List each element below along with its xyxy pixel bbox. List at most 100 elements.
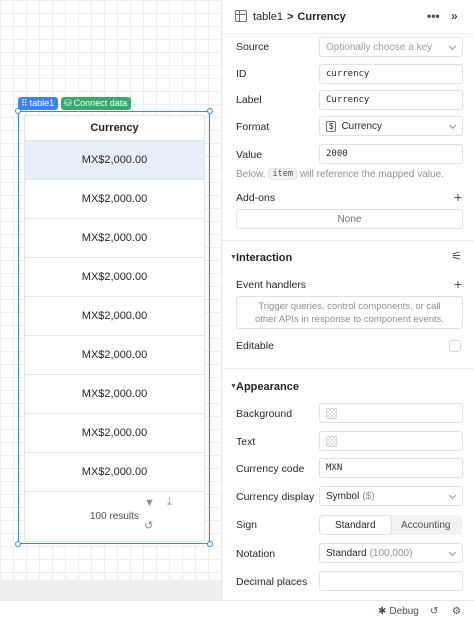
table-row[interactable]: MX$2,000.00 bbox=[25, 141, 204, 180]
format-select[interactable]: $ Currency bbox=[319, 116, 463, 136]
label-row: Label Currency bbox=[222, 89, 474, 111]
collapse-panel-icon[interactable]: » bbox=[451, 9, 458, 23]
table-row[interactable]: MX$2,000.00 bbox=[25, 414, 204, 453]
notation-label: Notation bbox=[236, 548, 276, 560]
table-row[interactable]: MX$2,000.00 bbox=[25, 258, 204, 297]
refresh-icon[interactable]: ↺ bbox=[144, 519, 153, 532]
addons-none[interactable]: None bbox=[236, 209, 463, 229]
format-row: Format $ Currency bbox=[222, 116, 474, 138]
chevron-down-icon bbox=[448, 548, 457, 557]
breadcrumb-separator: > bbox=[286, 11, 294, 23]
drag-handle-icon: ⠿ bbox=[21, 98, 28, 108]
debug-button[interactable]: ✱ Debug bbox=[378, 606, 419, 617]
component-chips: ⠿ table1 ⛁ Connect data bbox=[18, 97, 132, 110]
format-label: Format bbox=[236, 121, 270, 133]
item-code-chip: item bbox=[268, 168, 297, 180]
label-input[interactable]: Currency bbox=[319, 90, 463, 110]
more-options-icon[interactable]: ••• bbox=[427, 9, 440, 23]
sign-option-standard[interactable]: Standard bbox=[320, 516, 391, 534]
editable-label: Editable bbox=[236, 340, 274, 352]
inspector-panel: table1 > Currency ••• » Source Optionall… bbox=[221, 0, 474, 600]
appearance-section-title[interactable]: Appearance bbox=[236, 381, 299, 393]
currency-code-label: Currency code bbox=[236, 463, 305, 475]
value-hint: Below, item will reference the mapped va… bbox=[236, 168, 444, 180]
breadcrumb-current: Currency bbox=[297, 11, 346, 23]
divider bbox=[222, 368, 474, 369]
currency-code-row: Currency code MXN bbox=[222, 458, 474, 480]
sign-label: Sign bbox=[236, 519, 258, 531]
breadcrumb: table1 > Currency bbox=[253, 11, 346, 23]
value-row: Value 2000 bbox=[222, 144, 474, 166]
text-row: Text bbox=[222, 431, 474, 453]
notation-select[interactable]: Standard (100,000) bbox=[319, 543, 463, 563]
source-row: Source Optionally choose a key bbox=[222, 36, 474, 58]
canvas[interactable]: ⠿ table1 ⛁ Connect data Currency MX$2,00… bbox=[0, 0, 221, 600]
label-label: Label bbox=[236, 94, 262, 106]
text-label: Text bbox=[236, 436, 256, 448]
event-handlers-empty[interactable]: Trigger queries, control components, or … bbox=[236, 296, 463, 329]
settings-sliders-icon[interactable]: ⚟ bbox=[451, 249, 462, 263]
id-label: ID bbox=[236, 68, 247, 80]
source-label: Source bbox=[236, 41, 270, 53]
value-input[interactable]: 2000 bbox=[319, 144, 463, 164]
divider bbox=[222, 240, 474, 241]
background-color-input[interactable] bbox=[319, 403, 463, 423]
resize-handle-top-left[interactable] bbox=[15, 108, 21, 114]
editable-checkbox[interactable] bbox=[449, 340, 461, 352]
table-icon bbox=[235, 10, 247, 22]
currency-display-label: Currency display bbox=[236, 491, 315, 503]
transparent-swatch-icon bbox=[326, 435, 337, 447]
notation-row: Notation Standard (100,000) bbox=[222, 543, 474, 565]
source-select[interactable]: Optionally choose a key bbox=[319, 37, 463, 57]
bug-icon: ✱ bbox=[378, 606, 387, 617]
table-row[interactable]: MX$2,000.00 bbox=[25, 375, 204, 414]
database-icon: ⛁ bbox=[64, 98, 72, 108]
currency-table[interactable]: Currency MX$2,000.00 MX$2,000.00 MX$2,00… bbox=[24, 115, 205, 542]
connect-data-chip[interactable]: ⛁ Connect data bbox=[61, 97, 132, 110]
results-count: 100 results bbox=[90, 511, 139, 522]
table-row[interactable]: MX$2,000.00 bbox=[25, 453, 204, 492]
currency-display-select[interactable]: Symbol ($) bbox=[319, 486, 463, 506]
settings-gear-icon[interactable]: ⚙ bbox=[452, 606, 461, 617]
chevron-down-icon bbox=[448, 42, 457, 51]
sign-segmented-control: Standard Accounting bbox=[319, 515, 462, 535]
table-row[interactable]: MX$2,000.00 bbox=[25, 180, 204, 219]
resize-handle-bottom-right[interactable] bbox=[207, 541, 213, 547]
decimal-places-label: Decimal places bbox=[236, 576, 308, 588]
value-label: Value bbox=[236, 149, 263, 161]
background-label: Background bbox=[236, 408, 293, 420]
currency-code-input[interactable]: MXN bbox=[319, 458, 463, 478]
decimal-places-row: Decimal places bbox=[222, 571, 474, 593]
add-event-handler-icon[interactable]: + bbox=[454, 276, 462, 292]
table-row[interactable]: MX$2,000.00 bbox=[25, 219, 204, 258]
table-name-chip[interactable]: ⠿ table1 bbox=[18, 97, 59, 110]
status-bar: ✱ Debug ↺ ⚙ bbox=[0, 600, 474, 620]
currency-icon: $ bbox=[326, 120, 337, 132]
add-addon-icon[interactable]: + bbox=[454, 189, 462, 205]
canvas-bottom-strip bbox=[0, 580, 221, 600]
history-icon[interactable]: ↺ bbox=[430, 606, 438, 617]
currency-display-row: Currency display Symbol ($) bbox=[222, 486, 474, 508]
text-color-input[interactable] bbox=[319, 431, 463, 451]
resize-handle-bottom-left[interactable] bbox=[15, 541, 21, 547]
interaction-section-title[interactable]: Interaction bbox=[236, 252, 292, 264]
table-row[interactable]: MX$2,000.00 bbox=[25, 336, 204, 375]
table-row[interactable]: MX$2,000.00 bbox=[25, 297, 204, 336]
column-header-currency[interactable]: Currency bbox=[25, 116, 204, 141]
id-row: ID currency bbox=[222, 63, 474, 85]
id-input[interactable]: currency bbox=[319, 64, 463, 84]
resize-handle-top-right[interactable] bbox=[207, 108, 213, 114]
inspector-header: table1 > Currency ••• » bbox=[222, 0, 474, 34]
chevron-down-icon bbox=[448, 491, 457, 500]
sign-option-accounting[interactable]: Accounting bbox=[391, 516, 462, 534]
addons-label: Add-ons bbox=[236, 192, 276, 204]
event-handlers-label: Event handlers bbox=[236, 279, 307, 291]
background-row: Background bbox=[222, 403, 474, 425]
chevron-down-icon bbox=[448, 121, 457, 130]
decimal-places-input[interactable] bbox=[319, 571, 463, 591]
table-footer: ▼ ⤓ 100 results ↺ bbox=[25, 491, 204, 541]
breadcrumb-parent[interactable]: table1 bbox=[253, 11, 283, 23]
transparent-swatch-icon bbox=[326, 407, 337, 419]
download-icon[interactable]: ⤓ bbox=[167, 496, 172, 509]
filter-icon[interactable]: ▼ bbox=[144, 497, 155, 509]
